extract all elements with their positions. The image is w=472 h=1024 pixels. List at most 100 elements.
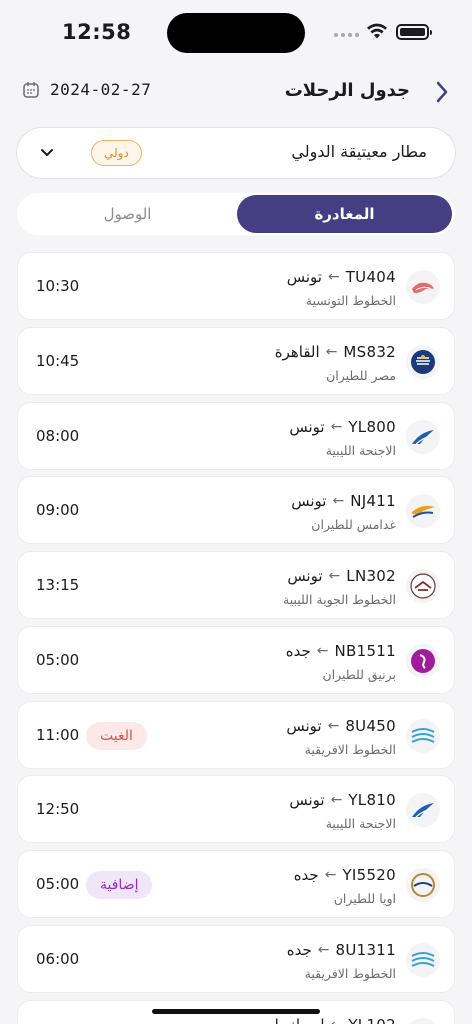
destination-city: جده [285, 641, 311, 660]
airline-name: الخطوط الافريقية [304, 965, 396, 981]
flight-card[interactable]: NB1511 ← جده برنيق للطيران 05:00 [17, 625, 455, 694]
tab-departure[interactable]: المغادرة [237, 195, 452, 233]
flight-route: LN302 ← تونس [287, 567, 396, 585]
status-time: 12:58 [62, 20, 132, 44]
arrow-left-icon: ← [325, 343, 338, 360]
destination-city: جده [286, 940, 312, 959]
flight-time: 06:00 [36, 949, 80, 968]
airline-logo-icon [406, 569, 440, 603]
flight-card[interactable]: TU404 ← تونس الخطوط التونسية 10:30 [17, 252, 455, 320]
destination-city: تونس [287, 567, 323, 585]
flight-route: YL800 ← تونس [289, 418, 396, 436]
dynamic-island [167, 13, 305, 53]
airline-name: الاجنحة الليبية [325, 442, 396, 458]
flight-code: YL800 [348, 417, 396, 436]
airline-name: غدامس للطيران [311, 517, 396, 533]
flight-time: 09:00 [36, 501, 80, 520]
flight-card[interactable]: 8U450 ← تونس الخطوط الافريقية 11:00 الغيت [17, 700, 455, 769]
flight-card[interactable]: YI5520 ← جده اويا للطيران 05:00 إضافية [17, 850, 455, 918]
airport-selector[interactable]: مطار معيتيقة الدولي دولي [16, 127, 456, 179]
airline-name: الاجنحة الليبية [325, 816, 396, 832]
destination-city: القاهرة [274, 342, 320, 361]
flight-time: 05:00 [36, 875, 80, 893]
airline-name: مصر للطيران [326, 367, 396, 383]
airline-logo-icon [406, 344, 440, 379]
flight-time: 10:45 [36, 351, 80, 370]
arrow-left-icon: ← [324, 867, 337, 883]
flight-code: 8U450 [345, 716, 396, 735]
calendar-icon [23, 81, 39, 98]
date-text: 2024-02-27 [50, 80, 152, 99]
arrow-left-icon: ← [317, 941, 330, 958]
header: 2024-02-27 جدول الرحلات [0, 70, 472, 114]
flight-route: TU404 ← تونس [287, 268, 396, 286]
flight-route: YI5520 ← جده [294, 866, 396, 884]
flight-time: 11:00 [36, 725, 80, 744]
flight-time: 05:00 [36, 650, 80, 669]
flight-route: NB1511 ← جده [286, 642, 396, 660]
arrow-left-icon: ← [332, 493, 345, 510]
home-indicator[interactable] [152, 1009, 320, 1014]
wifi-icon [367, 23, 387, 39]
flight-route: 8U1311 ← جده [287, 941, 396, 959]
arrow-left-icon: ← [316, 642, 329, 659]
destination-city: تونس [286, 268, 322, 286]
airline-logo-icon [406, 868, 440, 902]
arrow-left-icon: ← [330, 792, 343, 809]
airline-name: الخطوط التونسية [305, 293, 396, 308]
airline-logo-icon [406, 270, 440, 304]
date-display[interactable]: 2024-02-27 [22, 80, 151, 99]
flight-card[interactable]: NJ411 ← تونس غدامس للطيران 09:00 [17, 476, 455, 545]
status-bar: 12:58 [0, 0, 472, 60]
battery-icon [396, 24, 432, 40]
flight-code: TU404 [345, 268, 396, 286]
airline-logo-icon [406, 643, 440, 678]
arrow-left-icon: ← [328, 568, 341, 584]
arrow-left-icon: ← [330, 418, 343, 435]
flight-list: TU404 ← تونس الخطوط التونسية 10:30 MS832 ← القا… [17, 252, 455, 1024]
airline-name: الخطوط الافريقية [304, 741, 396, 757]
destination-city: تونس [286, 716, 322, 735]
airline-name: الخطوط الجوية الليبية [283, 592, 396, 607]
arrow-left-icon: ← [327, 269, 340, 285]
flight-route: YL810 ← تونس [289, 791, 396, 809]
chevron-down-icon [41, 149, 53, 156]
flight-card[interactable]: LN302 ← تونس الخطوط الجوية الليبية 13:15 [17, 551, 455, 619]
flight-card[interactable]: MS832 ← القاهرة مصر للطيران 10:45 [17, 326, 455, 395]
flight-route: YL102 ← اسطنبول [268, 1016, 396, 1024]
flight-code: NB1511 [334, 641, 396, 660]
flight-route: MS832 ← القاهرة [275, 343, 396, 361]
destination-city: تونس [289, 417, 325, 436]
cellular-signal-icon [334, 33, 359, 37]
flight-code: YI5520 [342, 866, 396, 884]
flight-time: 13:15 [36, 576, 80, 594]
flight-code: MS832 [343, 342, 396, 361]
airline-logo-icon [406, 793, 440, 828]
destination-city: جده [293, 866, 319, 884]
flight-time: 12:50 [36, 800, 80, 819]
flight-route: 8U450 ← تونس [286, 717, 396, 735]
airline-logo-icon [406, 494, 440, 529]
flight-code: LN302 [346, 567, 396, 585]
airline-logo-icon [406, 419, 440, 454]
flight-time: 10:30 [36, 277, 80, 295]
back-button[interactable] [428, 78, 456, 106]
flight-card[interactable]: YL810 ← تونس الاجنحة الليبية 12:50 [17, 775, 455, 844]
flight-code: YL102 [348, 1016, 396, 1024]
flight-card[interactable]: 8U1311 ← جده الخطوط الافريقية 06:00 [17, 924, 455, 993]
flight-route: NJ411 ← تونس [291, 492, 396, 510]
flight-code: NJ411 [350, 492, 396, 511]
flight-card[interactable]: YL800 ← تونس الاجنحة الليبية 08:00 [17, 401, 455, 470]
tab-arrival[interactable]: الوصول [20, 193, 235, 235]
flight-code: YL810 [348, 791, 396, 810]
airline-logo-icon [406, 1017, 440, 1024]
page-title: جدول الرحلات [284, 80, 410, 101]
airline-name: اويا للطيران [333, 891, 396, 906]
airline-name: برنيق للطيران [322, 666, 396, 682]
destination-city: تونس [289, 791, 325, 810]
arrow-left-icon: ← [327, 717, 340, 734]
destination-city: تونس [291, 492, 327, 511]
destination-city: اسطنبول [268, 1016, 325, 1024]
flight-time: 08:00 [36, 426, 80, 445]
direction-tabs: الوصول المغادرة [17, 193, 455, 235]
